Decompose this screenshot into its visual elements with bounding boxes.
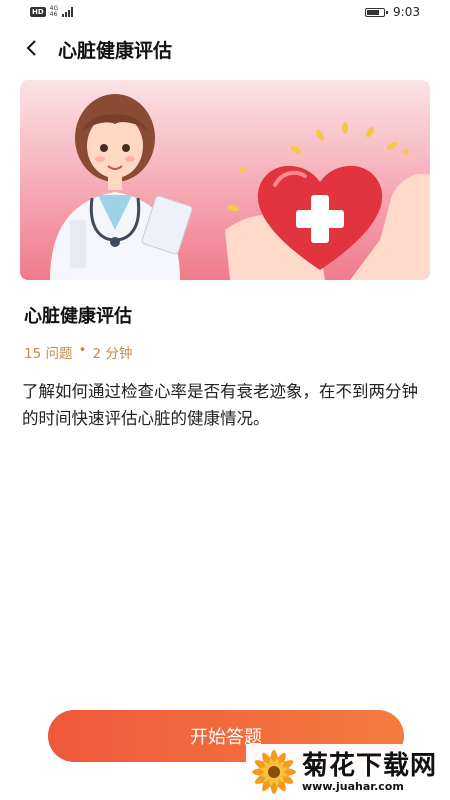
doctor-figure xyxy=(50,94,193,280)
duration: 2 分钟 xyxy=(92,346,133,362)
watermark-url: www.juahar.com xyxy=(302,779,404,793)
status-bar: HD 4G 46 9:03 xyxy=(0,0,450,26)
question-count: 15 问题 xyxy=(24,346,73,362)
signal-icon xyxy=(62,7,74,17)
chrysanthemum-logo-icon xyxy=(252,750,296,794)
hd-badge: HD xyxy=(30,7,46,17)
watermark: 菊花下载网 www.juahar.com xyxy=(246,744,450,800)
network-bottom: 46 xyxy=(49,11,58,18)
page-title: 心脏健康评估 xyxy=(58,40,173,62)
back-button[interactable] xyxy=(18,34,46,62)
assessment-title: 心脏健康评估 xyxy=(24,306,132,327)
network-type: 4G 46 xyxy=(50,6,58,18)
meta-separator: • xyxy=(78,342,87,358)
assessment-meta: 15 问题 • 2 分钟 xyxy=(24,342,132,362)
assessment-description: 了解如何通过检查心率是否有衰老迹象，在不到两分钟的时间快速评估心脏的健康情况。 xyxy=(22,382,418,428)
battery-icon xyxy=(365,7,389,17)
chevron-left-icon xyxy=(26,40,36,56)
status-left: HD 4G 46 xyxy=(30,6,74,18)
status-right: 9:03 xyxy=(365,5,420,19)
status-time: 9:03 xyxy=(393,5,420,19)
watermark-text: 菊花下载网 www.juahar.com xyxy=(302,752,437,793)
doctor-heart-illustration xyxy=(50,94,430,280)
hero-banner xyxy=(20,80,430,280)
watermark-name: 菊花下载网 xyxy=(302,750,438,781)
top-bar: 心脏健康评估 xyxy=(0,28,450,68)
